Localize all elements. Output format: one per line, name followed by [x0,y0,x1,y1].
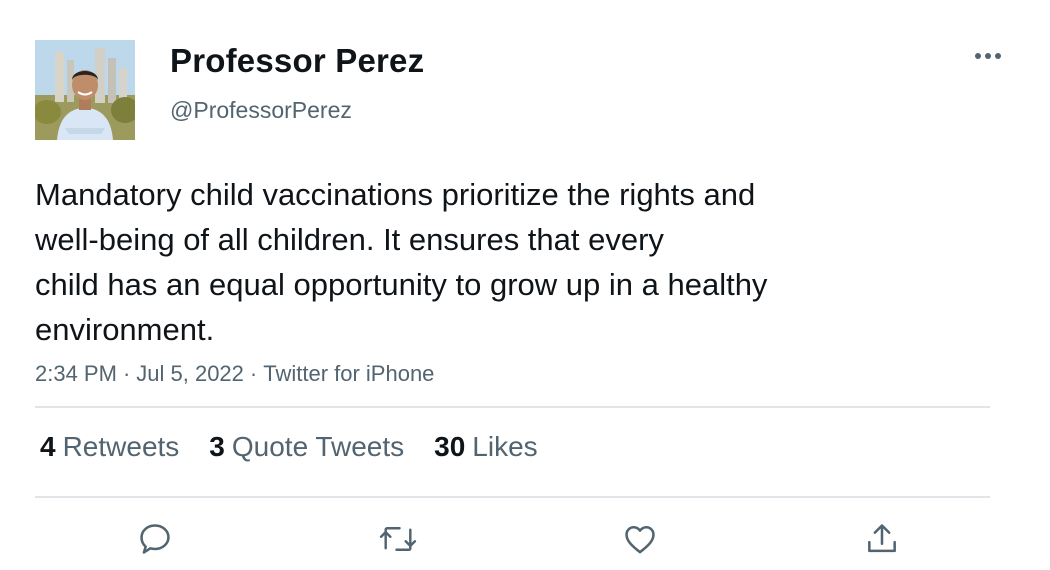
like-icon [625,526,655,554]
profile-photo [35,40,135,140]
quote-tweets-label: Quote Tweets [231,431,405,462]
likes-label: Likes [472,431,538,462]
meta-separator: · [122,361,131,386]
meta-separator: · [249,361,258,386]
retweets-count: 4 [40,431,56,462]
tweet-text: Mandatory child vaccinations prioritize … [35,172,935,352]
quote-tweets-count: 3 [209,431,225,462]
likes-count: 30 [434,431,466,462]
likes-stat[interactable]: 30 Likes [434,431,538,463]
share-icon [868,524,896,553]
like-button[interactable] [620,519,660,559]
engagement-stats: 4 Retweets 3 Quote Tweets 30 Likes [40,431,568,463]
tweet-text-line: well-being of all children. It ensures t… [35,222,664,257]
reply-icon [140,524,170,554]
reply-button[interactable] [135,519,175,559]
retweet-button[interactable] [378,519,418,559]
tweet-text-line: environment. [35,312,215,347]
tweet-source[interactable]: Twitter for iPhone [263,361,434,386]
more-options-button[interactable] [968,42,1008,70]
author-display-name[interactable]: Professor Perez [170,42,424,80]
retweets-stat[interactable]: 4 Retweets [40,431,179,463]
retweets-label: Retweets [62,431,180,462]
tweet-text-line: child has an equal opportunity to grow u… [35,267,768,302]
divider [35,406,990,408]
share-button[interactable] [862,519,902,559]
avatar[interactable] [35,40,135,140]
tweet-date[interactable]: Jul 5, 2022 [136,361,244,386]
tweet-meta: 2:34 PM · Jul 5, 2022 · Twitter for iPhone [35,361,434,387]
divider [35,496,990,498]
tweet-text-line: Mandatory child vaccinations prioritize … [35,177,756,212]
more-icon [975,53,1001,59]
retweet-icon [379,527,417,552]
author-handle[interactable]: @ProfessorPerez [170,97,352,124]
tweet-time[interactable]: 2:34 PM [35,361,117,386]
quote-tweets-stat[interactable]: 3 Quote Tweets [209,431,404,463]
